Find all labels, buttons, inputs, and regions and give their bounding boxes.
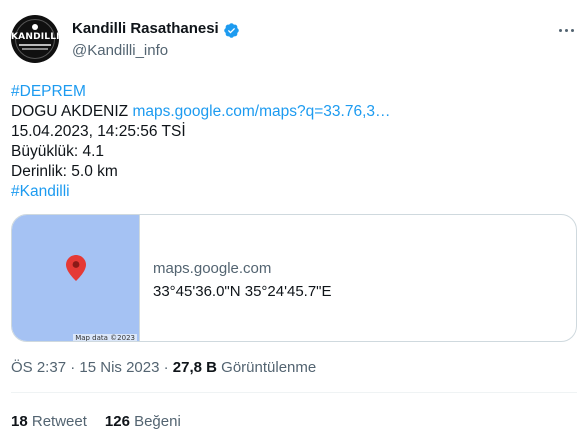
map-link[interactable]: maps.google.com/maps?q=33.76,3… xyxy=(132,103,390,120)
author-display-name[interactable]: Kandilli Rasathanesi xyxy=(72,20,219,37)
tweet-time[interactable]: ÖS 2:37 xyxy=(11,359,66,376)
avatar[interactable]: KANDILLI xyxy=(11,15,59,63)
likes-stat[interactable]: 126 Beğeni xyxy=(105,413,181,430)
hashtag-deprem[interactable]: #DEPREM xyxy=(11,83,86,100)
meta-separator: · xyxy=(66,359,80,376)
logo-mark xyxy=(32,24,38,30)
map-thumbnail: Map data ©2023 xyxy=(12,215,140,342)
tweet-date[interactable]: 15 Nis 2023 xyxy=(79,359,159,376)
location-text: DOGU AKDENIZ xyxy=(11,103,129,120)
retweets-stat[interactable]: 18 Retweet xyxy=(11,413,87,430)
card-domain: maps.google.com xyxy=(153,260,272,277)
map-pin-icon xyxy=(66,255,86,281)
retweets-count: 18 xyxy=(11,413,28,430)
dot-icon xyxy=(570,28,574,32)
views-label: Görüntülenme xyxy=(217,359,317,376)
logo-line xyxy=(22,48,48,50)
likes-count: 126 xyxy=(104,413,130,430)
avatar-logo-text: KANDILLI xyxy=(11,32,59,42)
meta-separator: · xyxy=(159,359,173,376)
hashtag-kandilli[interactable]: #Kandilli xyxy=(11,183,70,200)
likes-label: Beğeni xyxy=(129,413,181,430)
views-count: 27,8 B xyxy=(172,359,217,376)
verified-badge-icon xyxy=(224,23,239,38)
datetime-text: 15.04.2023, 14:25:56 TSİ xyxy=(11,123,186,140)
author-handle[interactable]: @Kandilli_info xyxy=(72,42,168,59)
tweet-meta: ÖS 2:37 · 15 Nis 2023 · 27,8 B Görüntüle… xyxy=(11,359,316,376)
tweet-text: #DEPREM DOGU AKDENIZ maps.google.com/map… xyxy=(11,82,571,202)
map-attribution: Map data ©2023 xyxy=(73,334,137,342)
retweets-label: Retweet xyxy=(27,413,87,430)
dot-icon xyxy=(558,28,562,32)
engagement-stats: 18 Retweet 126 Beğeni xyxy=(11,413,181,430)
magnitude-text: Büyüklük: 4.1 xyxy=(11,143,105,160)
link-preview-card[interactable]: Map data ©2023 maps.google.com 33°45'36.… xyxy=(11,214,577,342)
divider xyxy=(11,392,577,393)
card-title: 33°45'36.0"N 35°24'45.7"E xyxy=(153,283,332,300)
logo-line xyxy=(19,44,51,46)
depth-text: Derinlik: 5.0 km xyxy=(11,163,118,180)
more-options-button[interactable] xyxy=(556,22,576,38)
dot-icon xyxy=(564,28,568,32)
